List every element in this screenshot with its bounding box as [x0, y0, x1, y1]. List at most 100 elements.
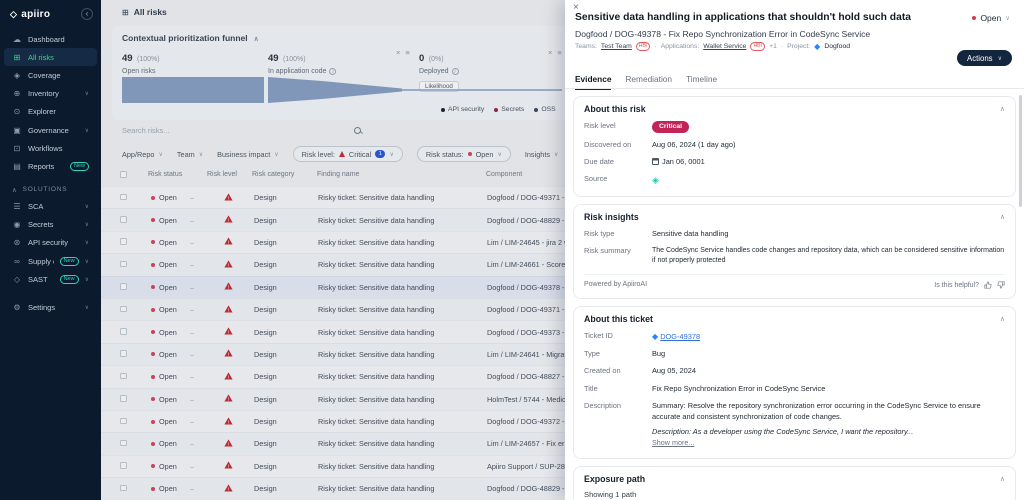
row-checkbox[interactable] [120, 194, 127, 201]
status-label: Open [159, 372, 177, 381]
sidebar-item-settings[interactable]: ⚙Settings∨ [4, 298, 97, 316]
row-checkbox[interactable] [120, 395, 127, 402]
collapse-section-icon[interactable]: ∧ [1000, 105, 1005, 113]
filter-risk-level[interactable]: Risk level:Critical1∨ [293, 146, 403, 162]
risk-category-cell: Design [254, 395, 318, 404]
insight-placeholder: – [190, 193, 224, 202]
status-label: Open [159, 395, 177, 404]
about-risk-card: About this risk ∧ Risk level Critical Di… [573, 96, 1016, 197]
sidebar-item-label: API security [28, 238, 79, 247]
sidebar-collapse-button[interactable]: ‹ [81, 8, 93, 20]
more-apps-badge[interactable]: +1 [769, 43, 777, 50]
exposure-path-card: Exposure path ∧ Showing 1 path Also foun… [573, 466, 1016, 500]
legend-dot-icon [441, 108, 445, 112]
funnel-chart [122, 77, 566, 105]
funnel-title: Contextual prioritization funnel∧ [122, 33, 259, 43]
page-title: ⊞ All risks [122, 7, 167, 17]
sidebar-item-dashboard[interactable]: ☁Dashboard [4, 30, 97, 48]
finding-name-cell: Risky ticket: Sensitive data handling [318, 350, 487, 359]
svg-text:!: ! [228, 307, 229, 313]
critical-triangle-icon: ! [224, 439, 233, 447]
sidebar-item-inventory[interactable]: ⊕Inventory∨ [4, 85, 97, 103]
row-checkbox[interactable] [120, 261, 127, 268]
chevron-up-icon[interactable]: ∧ [12, 186, 18, 194]
sidebar-item-workflows[interactable]: ⊡Workflows [4, 139, 97, 157]
sidebar-nav: ☁Dashboard⊞All risks◈Coverage⊕Inventory∨… [0, 30, 101, 317]
inventory-icon: ⊕ [12, 89, 22, 98]
legend-dot-icon [534, 108, 538, 112]
new-badge: New [60, 257, 79, 266]
row-checkbox[interactable] [120, 306, 127, 313]
row-checkbox[interactable] [120, 350, 127, 357]
stage-menu-icon[interactable]: ≡ [405, 48, 409, 57]
sidebar-item-label: Secrets [28, 220, 79, 229]
filter-label: Risk level: [302, 150, 335, 159]
insight-placeholder: – [190, 328, 224, 337]
select-all-checkbox[interactable] [120, 171, 127, 178]
chevron-down-icon: ∨ [85, 221, 89, 228]
filter-team[interactable]: Team∨ [177, 150, 203, 159]
info-icon[interactable]: i [452, 68, 459, 75]
search-input[interactable] [122, 126, 354, 135]
thumbs-down-icon[interactable] [997, 281, 1005, 289]
sidebar-item-governance[interactable]: ▣Governance∨ [4, 121, 97, 139]
filter-app-repo[interactable]: App/Repo∨ [122, 150, 163, 159]
sidebar-item-explorer[interactable]: ⊙Explorer [4, 103, 97, 121]
row-checkbox[interactable] [120, 440, 127, 447]
collapse-section-icon[interactable]: ∧ [1000, 315, 1005, 323]
critical-triangle-icon: ! [224, 394, 233, 402]
filter-insights[interactable]: Insights∨ [525, 150, 559, 159]
row-checkbox[interactable] [120, 485, 127, 492]
sidebar-item-sast[interactable]: ◇SASTNew∨ [4, 270, 97, 288]
filter-risk-status[interactable]: Risk status:Open∨ [417, 146, 511, 162]
row-checkbox[interactable] [120, 418, 127, 425]
collapse-section-icon[interactable]: ∧ [1000, 475, 1005, 483]
sidebar-item-supply-chain[interactable]: ∞Supply chainNew∨ [4, 252, 97, 270]
filter-business-impact[interactable]: Business impact∨ [217, 150, 279, 159]
sidebar-item-all-risks[interactable]: ⊞All risks [4, 48, 97, 66]
collapse-funnel-icon[interactable]: ∧ [254, 36, 259, 43]
apiiro-logo-text: apiiro [21, 9, 50, 20]
hbi-badge: HBI [636, 42, 651, 51]
application-link[interactable]: Wallet Service [703, 43, 746, 50]
status-label: Open [159, 328, 177, 337]
row-checkbox[interactable] [120, 283, 127, 290]
panel-scroll-area: About this risk ∧ Risk level Critical Di… [565, 89, 1024, 500]
info-icon[interactable]: i [329, 68, 336, 75]
remove-stage-icon[interactable]: × [548, 48, 552, 57]
svg-text:!: ! [228, 464, 229, 470]
sidebar-item-secrets[interactable]: ◉Secrets∨ [4, 216, 97, 234]
row-checkbox[interactable] [120, 216, 127, 223]
open-dot-icon [151, 397, 155, 401]
finding-name-cell: Risky ticket: Sensitive data handling [318, 283, 487, 292]
funnel-stage-controls[interactable]: ×≡ [396, 48, 410, 57]
sidebar-item-api-security[interactable]: ⊛API security∨ [4, 234, 97, 252]
open-dot-icon [151, 285, 155, 289]
row-checkbox[interactable] [120, 238, 127, 245]
sidebar-item-reports[interactable]: ▤ReportsNew [4, 157, 97, 175]
collapse-section-icon[interactable]: ∧ [1000, 213, 1005, 221]
app-window: ◇ apiiro ‹ ☁Dashboard⊞All risks◈Coverage… [0, 0, 1024, 500]
panel-scrollbar[interactable] [1019, 95, 1023, 207]
stage-menu-icon[interactable]: ≡ [557, 48, 561, 57]
show-more-link[interactable]: Show more... [652, 438, 694, 447]
status-dropdown[interactable]: Open ∨ [972, 13, 1010, 23]
remove-stage-icon[interactable]: × [396, 48, 400, 57]
funnel-stage-controls[interactable]: ×≡ [548, 48, 562, 57]
row-checkbox[interactable] [120, 462, 127, 469]
thumbs-up-icon[interactable] [984, 281, 992, 289]
actions-button[interactable]: Actions ∨ [957, 50, 1012, 66]
sidebar-item-sca[interactable]: ☰SCA∨ [4, 198, 97, 216]
ticket-link[interactable]: DOG-49378 [660, 332, 700, 341]
critical-triangle-icon: ! [224, 260, 233, 268]
sidebar-item-coverage[interactable]: ◈Coverage [4, 66, 97, 84]
chevron-down-icon: ∨ [85, 258, 89, 265]
risk-status-cell: Open [134, 305, 190, 314]
row-checkbox[interactable] [120, 328, 127, 335]
row-checkbox[interactable] [120, 373, 127, 380]
critical-badge: Critical [652, 121, 689, 134]
team-link[interactable]: Test Team [601, 43, 632, 50]
finding-name-cell: Risky ticket: Sensitive data handling [318, 260, 487, 269]
open-dot-icon [468, 152, 472, 156]
risk-level-cell: ! [224, 417, 254, 427]
